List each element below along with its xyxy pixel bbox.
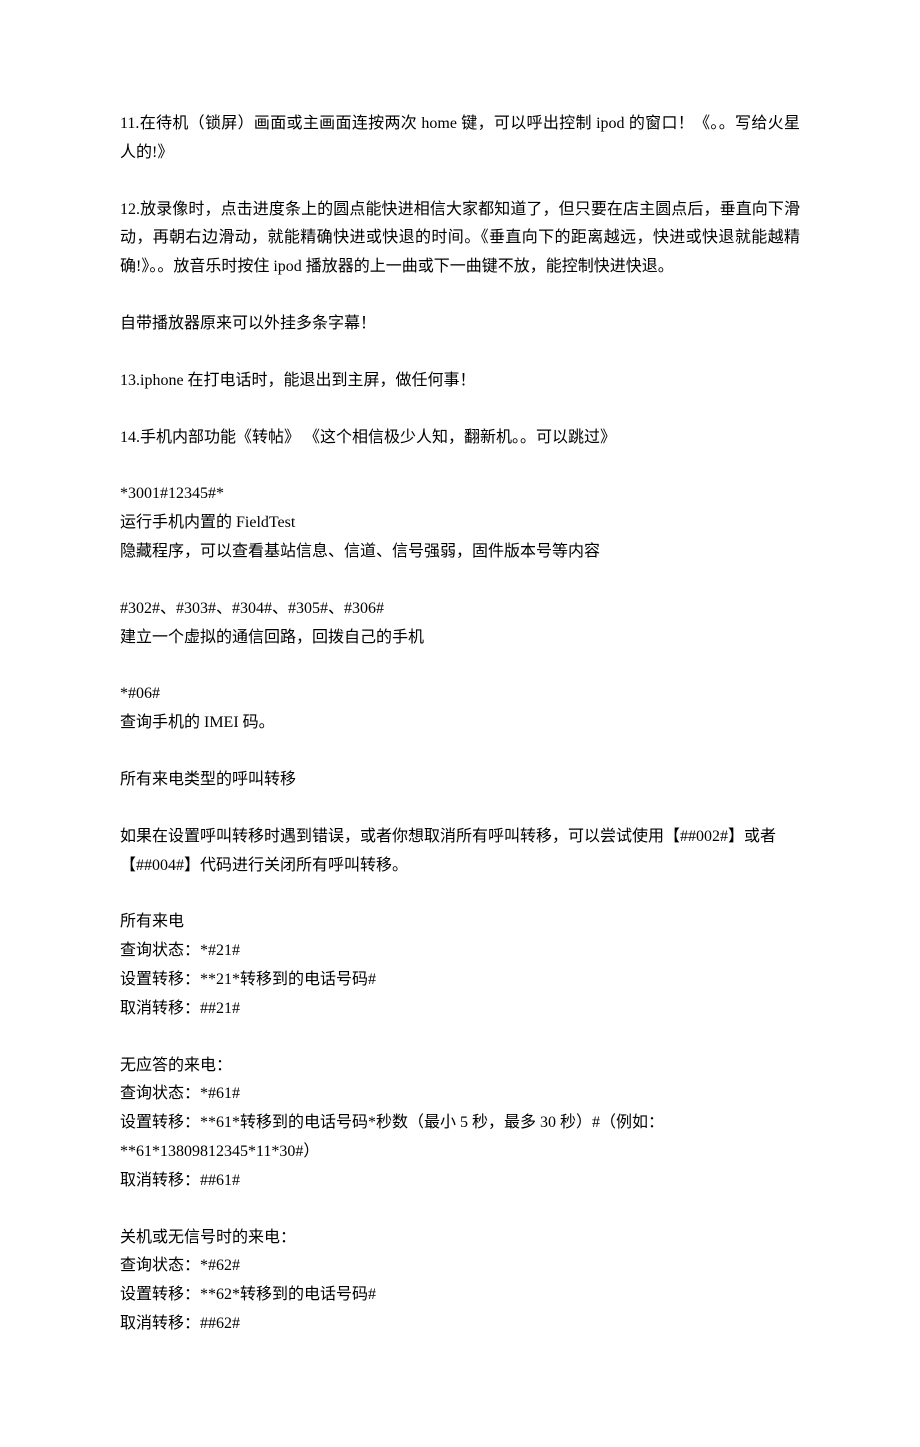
no-answer-query: 查询状态：*#61# xyxy=(120,1080,800,1109)
document-page: 11.在待机（锁屏）画面或主画面连按两次 home 键，可以呼出控制 ipod … xyxy=(0,0,920,1447)
no-answer-set: 设置转移：**61*转移到的电话号码*秒数（最小 5 秒，最多 30 秒）#（例… xyxy=(120,1109,800,1167)
block-all-calls: 所有来电 查询状态：*#21# 设置转移：**21*转移到的电话号码# 取消转移… xyxy=(120,908,800,1023)
off-nosignal-set: 设置转移：**62*转移到的电话号码# xyxy=(120,1281,800,1310)
block-imei: *#06# 查询手机的 IMEI 码。 xyxy=(120,680,800,738)
no-answer-title: 无应答的来电： xyxy=(120,1052,800,1081)
no-answer-cancel: 取消转移：##61# xyxy=(120,1167,800,1196)
block-forward-note: 如果在设置呼叫转移时遇到错误，或者你想取消所有呼叫转移，可以尝试使用【##002… xyxy=(120,823,800,881)
all-calls-set: 设置转移：**21*转移到的电话号码# xyxy=(120,966,800,995)
fieldtest-desc-2: 隐藏程序，可以查看基站信息、信道、信号强弱，固件版本号等内容 xyxy=(120,538,800,567)
block-off-nosignal: 关机或无信号时的来电： 查询状态：*#62# 设置转移：**62*转移到的电话号… xyxy=(120,1224,800,1339)
fieldtest-desc-1: 运行手机内置的 FieldTest xyxy=(120,509,800,538)
tip-14: 14.手机内部功能《转帖》 《这个相信极少人知，翻新机。。可以跳过》 xyxy=(120,424,800,453)
all-calls-title: 所有来电 xyxy=(120,908,800,937)
tip-13: 13.iphone 在打电话时，能退出到主屏，做任何事！ xyxy=(120,367,800,396)
forward-all-title: 所有来电类型的呼叫转移 xyxy=(120,766,800,795)
all-calls-query: 查询状态：*#21# xyxy=(120,937,800,966)
tip-12: 12.放录像时，点击进度条上的圆点能快进相信大家都知道了，但只要在店主圆点后，垂… xyxy=(120,196,800,282)
loopback-desc: 建立一个虚拟的通信回路，回拨自己的手机 xyxy=(120,624,800,653)
off-nosignal-title: 关机或无信号时的来电： xyxy=(120,1224,800,1253)
forward-note: 如果在设置呼叫转移时遇到错误，或者你想取消所有呼叫转移，可以尝试使用【##002… xyxy=(120,823,800,881)
imei-code: *#06# xyxy=(120,680,800,709)
imei-desc: 查询手机的 IMEI 码。 xyxy=(120,709,800,738)
block-loopback: #302#、#303#、#304#、#305#、#306# 建立一个虚拟的通信回… xyxy=(120,595,800,653)
off-nosignal-query: 查询状态：*#62# xyxy=(120,1252,800,1281)
off-nosignal-cancel: 取消转移：##62# xyxy=(120,1310,800,1339)
tip-11: 11.在待机（锁屏）画面或主画面连按两次 home 键，可以呼出控制 ipod … xyxy=(120,110,800,168)
block-no-answer: 无应答的来电： 查询状态：*#61# 设置转移：**61*转移到的电话号码*秒数… xyxy=(120,1052,800,1196)
subtitle-player: 自带播放器原来可以外挂多条字幕！ xyxy=(120,310,800,339)
fieldtest-code: *3001#12345#* xyxy=(120,480,800,509)
loopback-codes: #302#、#303#、#304#、#305#、#306# xyxy=(120,595,800,624)
all-calls-cancel: 取消转移：##21# xyxy=(120,995,800,1024)
block-fieldtest: *3001#12345#* 运行手机内置的 FieldTest 隐藏程序，可以查… xyxy=(120,480,800,566)
